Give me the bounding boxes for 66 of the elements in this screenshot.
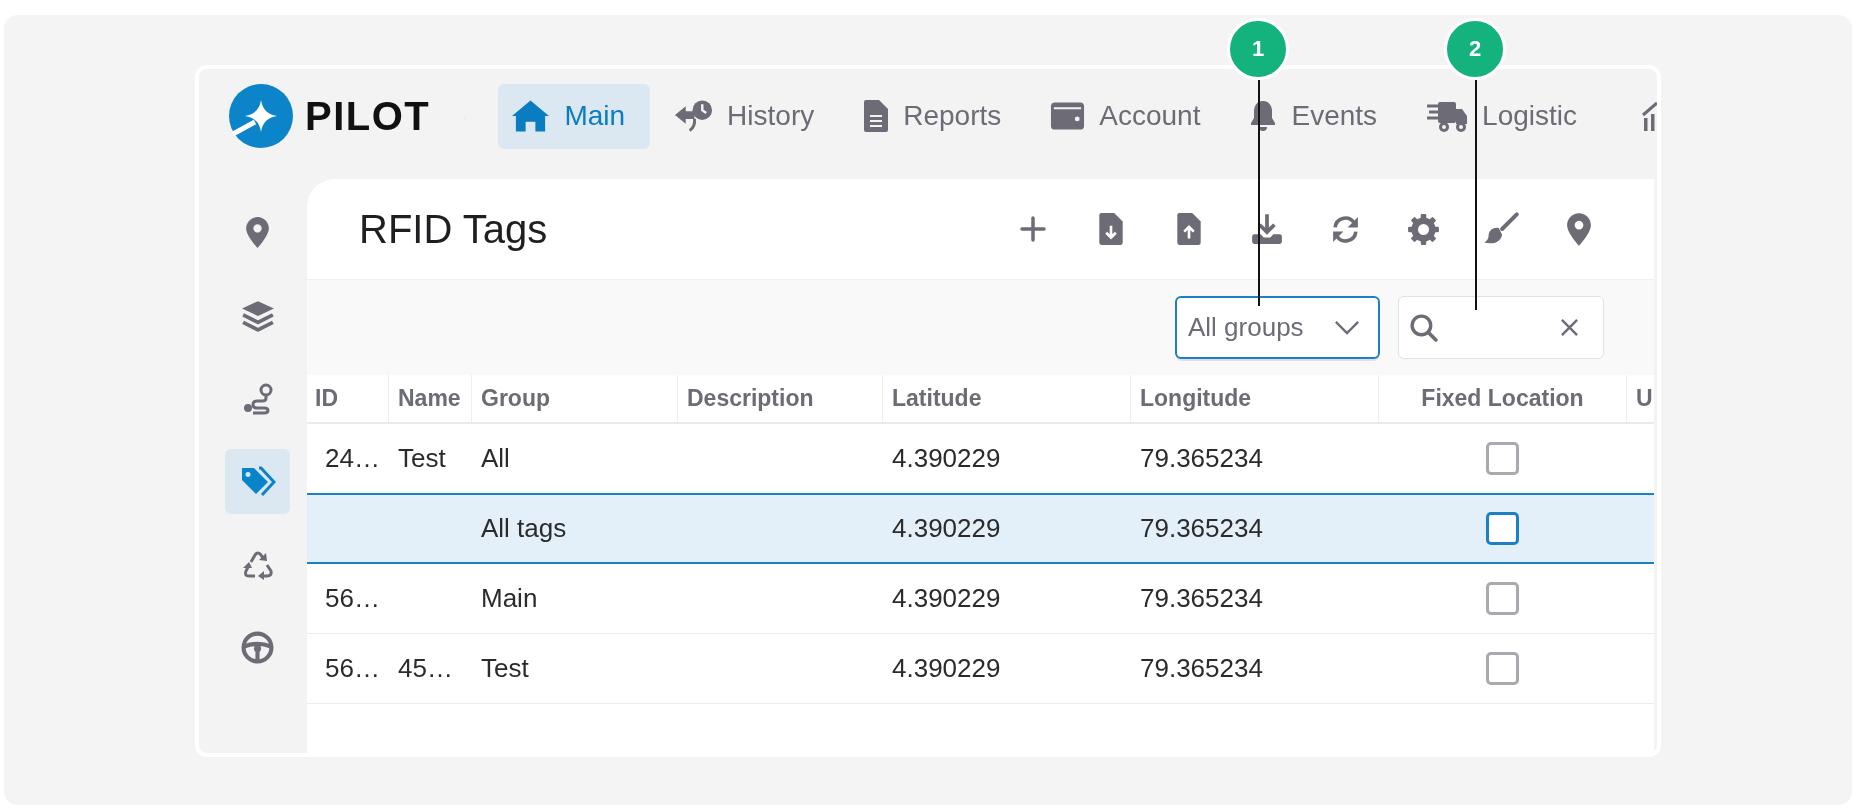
page-title: RFID Tags	[359, 206, 548, 252]
table-row[interactable]: 56… Main 4.390229 79.365234	[307, 564, 1654, 634]
nav-tab[interactable]: Account	[1037, 83, 1226, 149]
table-cell: 56…	[325, 653, 380, 684]
table-cell: All	[481, 443, 510, 474]
file-upload-icon[interactable]	[1176, 212, 1202, 246]
map-pin-icon	[245, 216, 270, 249]
home-icon	[511, 99, 551, 133]
table-row[interactable]: 56… 45… Test 4.390229 79.365234	[307, 634, 1654, 704]
layers-icon	[240, 299, 275, 332]
column-header: Group	[471, 375, 677, 422]
nav-tab[interactable]: History	[661, 83, 840, 149]
table-cell: 79.365234	[1140, 443, 1263, 474]
table-cell: 24…	[325, 443, 380, 474]
file-download-icon[interactable]	[1098, 212, 1124, 246]
table-cell: 4.390229	[892, 513, 1001, 544]
column-header: Description	[677, 375, 882, 422]
wallet-icon	[1050, 101, 1086, 131]
table-row[interactable]: All tags 4.390229 79.365234	[307, 493, 1654, 564]
nav-tab[interactable]: Reports	[850, 83, 1027, 149]
steering-wheel-icon	[241, 631, 274, 664]
search-field[interactable]	[1398, 296, 1604, 359]
checkbox[interactable]	[1485, 442, 1519, 475]
table-cell: 4.390229	[892, 443, 1001, 474]
route-icon	[241, 382, 274, 415]
brush-icon[interactable]	[1483, 212, 1519, 246]
chevron-down-icon	[1334, 320, 1360, 335]
column-header: Longitude	[1130, 375, 1378, 422]
column-header: Fixed Location	[1378, 375, 1626, 422]
table-cell: 4.390229	[892, 653, 1001, 684]
table-cell: 79.365234	[1140, 653, 1263, 684]
table-cell: Test	[398, 443, 446, 474]
house-icon[interactable]	[1641, 100, 1657, 132]
tags-icon	[239, 465, 276, 498]
table-cell: 56…	[325, 583, 380, 614]
download-icon[interactable]	[1250, 213, 1284, 245]
table-cell: 45…	[398, 653, 453, 684]
table-cell: 4.390229	[892, 583, 1001, 614]
column-header: ID	[314, 384, 339, 413]
arrow-clock-icon	[674, 99, 714, 133]
plus-icon[interactable]	[1019, 215, 1047, 243]
bell-icon	[1249, 100, 1278, 132]
table-cell: Test	[481, 653, 529, 684]
column-header: Name	[388, 375, 471, 422]
table-cell: 79.365234	[1140, 513, 1263, 544]
checkbox[interactable]	[1485, 512, 1519, 545]
table-cell: All tags	[481, 513, 567, 544]
truck-icon	[1426, 99, 1469, 133]
group-dropdown[interactable]: All groups	[1175, 296, 1380, 359]
settings-icon[interactable]	[1406, 212, 1440, 246]
column-header: U	[1626, 375, 1654, 422]
table-cell: 79.365234	[1140, 583, 1263, 614]
table-cell: Main	[481, 583, 538, 614]
brand-name: PILOT	[305, 96, 431, 136]
nav-tab[interactable]: Logistic	[1413, 83, 1602, 149]
sidebar-item[interactable]	[225, 449, 290, 514]
document-icon	[863, 99, 890, 133]
nav-tab[interactable]: Main	[498, 83, 651, 149]
nav-tab[interactable]: Events	[1236, 83, 1403, 149]
checkbox[interactable]	[1485, 652, 1519, 685]
close-icon[interactable]	[1560, 318, 1579, 337]
map-pin-icon[interactable]	[1566, 211, 1592, 247]
logo-icon	[229, 84, 293, 148]
checkbox[interactable]	[1485, 582, 1519, 615]
column-header: Latitude	[882, 375, 1130, 422]
search-icon	[1409, 313, 1438, 342]
